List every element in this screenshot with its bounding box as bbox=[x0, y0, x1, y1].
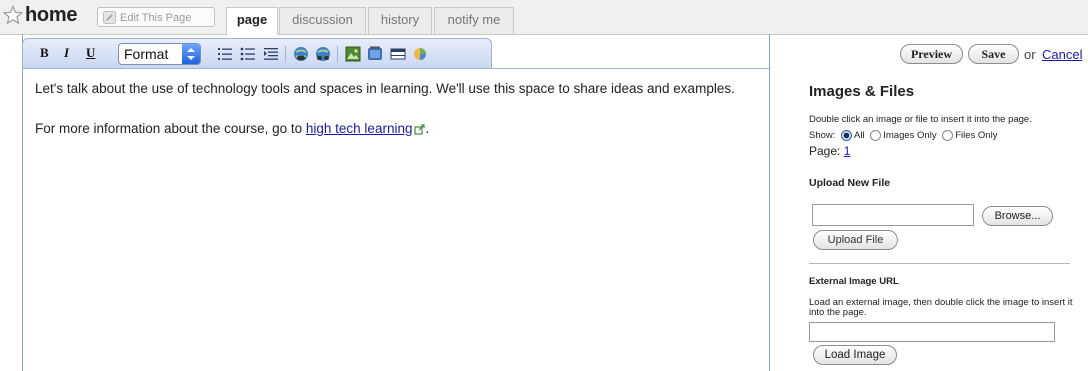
load-image-button[interactable]: Load Image bbox=[813, 345, 897, 365]
show-filter: Show: All Images Only Files Only bbox=[809, 130, 997, 144]
tab-discussion[interactable]: discussion bbox=[279, 7, 366, 34]
external-image-heading: External Image URL bbox=[809, 276, 899, 287]
external-image-hint: Load an external image, then double clic… bbox=[809, 297, 1073, 318]
unlink-icon[interactable] bbox=[315, 46, 331, 62]
content-paragraph[interactable]: Let's talk about the use of technology t… bbox=[35, 81, 735, 96]
radio-images-only-label: Images Only bbox=[883, 130, 937, 142]
cancel-link[interactable]: Cancel bbox=[1042, 47, 1082, 62]
high-tech-learning-link[interactable]: high tech learning bbox=[306, 121, 413, 136]
content-paragraph[interactable]: For more information about the course, g… bbox=[35, 121, 429, 136]
pagination: Page: 1 bbox=[809, 144, 850, 158]
underline-button[interactable]: U bbox=[86, 45, 95, 61]
table-icon[interactable] bbox=[390, 46, 406, 62]
upload-file-button[interactable]: Upload File bbox=[813, 230, 898, 250]
format-select-value: Format bbox=[124, 46, 169, 62]
toolbar-divider bbox=[337, 46, 338, 62]
external-link-icon bbox=[414, 124, 426, 135]
upload-heading: Upload New File bbox=[809, 177, 891, 189]
page-label: Page: bbox=[809, 144, 841, 158]
radio-files-only[interactable] bbox=[942, 130, 954, 141]
tab-page[interactable]: page bbox=[226, 7, 278, 35]
images-files-heading: Images & Files bbox=[809, 83, 915, 100]
save-button[interactable]: Save bbox=[968, 44, 1019, 64]
media-icon[interactable] bbox=[367, 46, 383, 62]
toolbar-divider bbox=[285, 46, 286, 62]
widget-icon[interactable] bbox=[412, 46, 428, 62]
paragraph-text: . bbox=[425, 121, 430, 136]
external-url-input[interactable] bbox=[809, 322, 1055, 342]
image-icon[interactable] bbox=[345, 46, 361, 62]
tab-history[interactable]: history bbox=[368, 7, 432, 34]
edit-page-label: Edit This Page bbox=[120, 12, 192, 24]
numbered-list-icon[interactable] bbox=[217, 46, 233, 62]
radio-all-label: All bbox=[854, 130, 865, 142]
format-select[interactable]: Format bbox=[118, 43, 201, 65]
star-icon[interactable] bbox=[3, 5, 23, 25]
paragraph-text: For more information about the course, g… bbox=[35, 121, 306, 136]
page-number-link[interactable]: 1 bbox=[844, 144, 851, 158]
edit-page-button[interactable]: Edit This Page bbox=[97, 7, 215, 27]
radio-images-only[interactable] bbox=[870, 130, 882, 141]
bullet-list-icon[interactable] bbox=[240, 46, 256, 62]
bold-button[interactable]: B bbox=[40, 45, 49, 61]
page-title: home bbox=[25, 4, 78, 26]
or-text: or bbox=[1024, 47, 1036, 62]
tab-notify-me[interactable]: notify me bbox=[434, 7, 514, 34]
show-label: Show: bbox=[809, 130, 836, 142]
editor-toolbar: B I U Format bbox=[22, 38, 492, 68]
italic-button[interactable]: I bbox=[64, 45, 69, 61]
preview-button[interactable]: Preview bbox=[900, 44, 963, 64]
radio-files-only-label: Files Only bbox=[955, 130, 998, 142]
radio-all[interactable] bbox=[841, 130, 853, 141]
file-path-input[interactable] bbox=[812, 204, 974, 226]
images-files-hint: Double click an image or file to insert … bbox=[809, 114, 1032, 125]
select-arrows-icon bbox=[182, 44, 200, 64]
indent-list-icon[interactable] bbox=[263, 46, 279, 62]
editor-divider bbox=[22, 68, 770, 69]
page-header: home Edit This Page page discussion hist… bbox=[0, 0, 1088, 35]
sidebar-divider bbox=[809, 263, 1070, 264]
link-icon[interactable] bbox=[293, 46, 309, 62]
pencil-icon bbox=[103, 11, 116, 24]
browse-button[interactable]: Browse... bbox=[982, 206, 1053, 226]
